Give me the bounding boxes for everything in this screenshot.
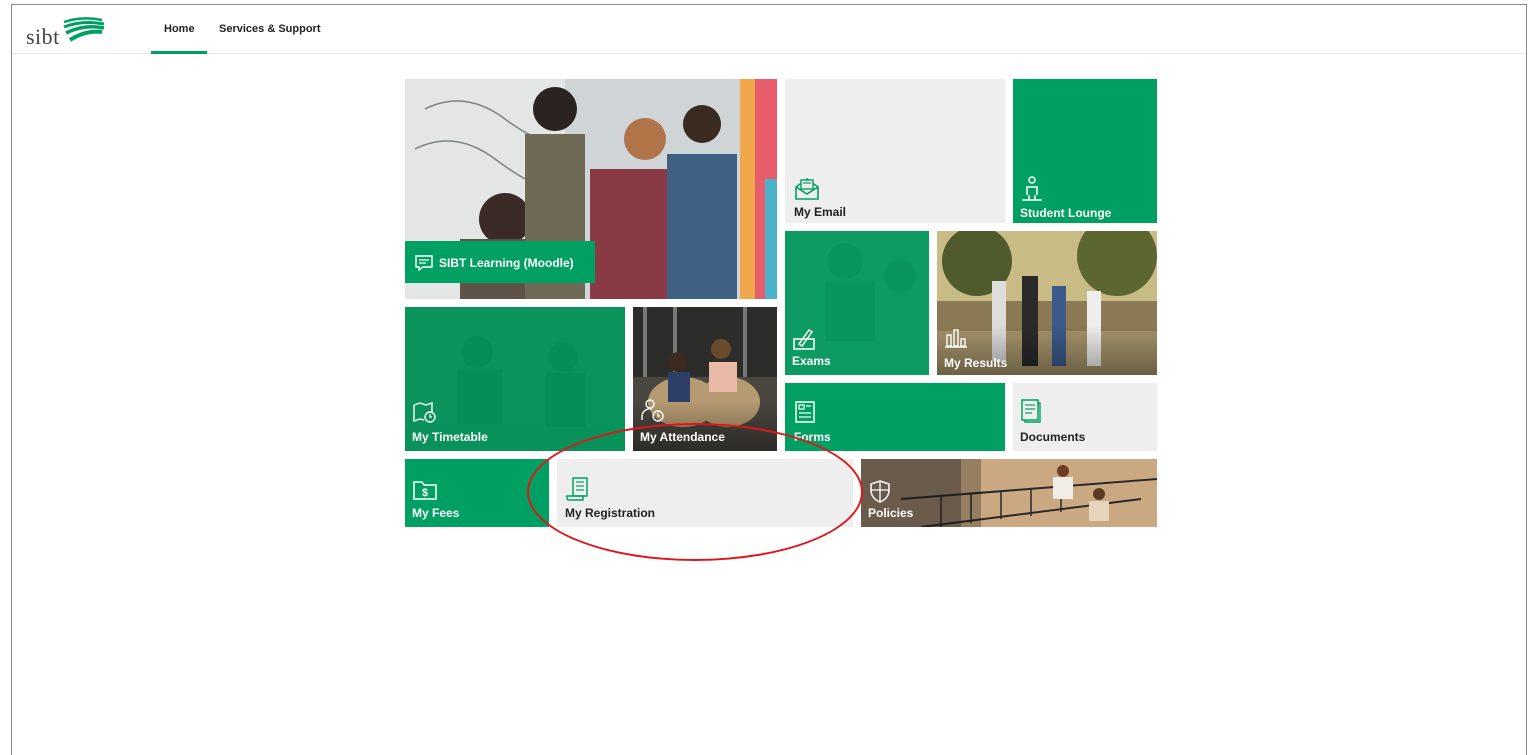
- tile-my-timetable[interactable]: My Timetable: [405, 307, 625, 451]
- tile-my-email[interactable]: My Email: [785, 79, 1005, 223]
- nav-home[interactable]: Home: [164, 23, 195, 35]
- logo-swoosh-icon: [63, 17, 105, 42]
- tile-policies[interactable]: Policies: [861, 459, 1157, 527]
- tile-student-lounge[interactable]: Student Lounge: [1013, 79, 1157, 223]
- student-lounge-label: Student Lounge: [1020, 206, 1112, 220]
- tile-exams[interactable]: Exams: [785, 231, 929, 375]
- tile-my-registration[interactable]: My Registration: [557, 459, 853, 527]
- my-email-label: My Email: [794, 205, 847, 219]
- tile-my-fees[interactable]: $ My Fees: [405, 459, 549, 527]
- logo-text: sibt: [26, 24, 60, 49]
- shield-icon: [870, 480, 890, 503]
- my-attendance-label: My Attendance: [640, 430, 725, 444]
- exams-label: Exams: [792, 354, 831, 368]
- envelope-icon: [795, 178, 819, 200]
- nav-services-support[interactable]: Services & Support: [219, 23, 320, 35]
- receipt-icon: [566, 477, 588, 501]
- my-registration-label: My Registration: [565, 506, 656, 520]
- dollar-folder-icon: $: [413, 481, 437, 500]
- policies-label: Policies: [868, 506, 914, 520]
- tile-my-attendance[interactable]: My Attendance: [633, 307, 777, 451]
- tile-documents[interactable]: Documents: [1013, 383, 1157, 451]
- my-results-label: My Results: [944, 356, 1008, 370]
- calendar-clock-icon: [413, 402, 436, 423]
- chat-icon: [415, 255, 433, 272]
- person-clock-icon: [641, 399, 664, 422]
- tile-sibt-learning[interactable]: SIBT Learning (Moodle): [405, 79, 777, 299]
- form-icon: [795, 401, 815, 423]
- sibt-logo[interactable]: sibt: [26, 14, 106, 50]
- bar-chart-icon: [945, 329, 967, 348]
- active-nav-indicator: [151, 51, 207, 54]
- tile-forms[interactable]: Forms: [785, 383, 1005, 451]
- moodle-label: SIBT Learning (Moodle): [439, 256, 574, 270]
- documents-label: Documents: [1020, 430, 1086, 444]
- document-icon: [1021, 399, 1041, 423]
- forms-label: Forms: [794, 430, 831, 444]
- tile-my-results[interactable]: My Results: [937, 231, 1157, 375]
- my-fees-label: My Fees: [412, 506, 460, 520]
- my-timetable-label: My Timetable: [412, 430, 488, 444]
- pen-paper-icon: [793, 328, 815, 350]
- svg-text:$: $: [422, 487, 428, 499]
- person-icon: [1022, 176, 1042, 201]
- top-navigation-bar: sibt Home Services & Support: [12, 5, 1526, 54]
- moodle-label-badge[interactable]: SIBT Learning (Moodle): [405, 241, 595, 283]
